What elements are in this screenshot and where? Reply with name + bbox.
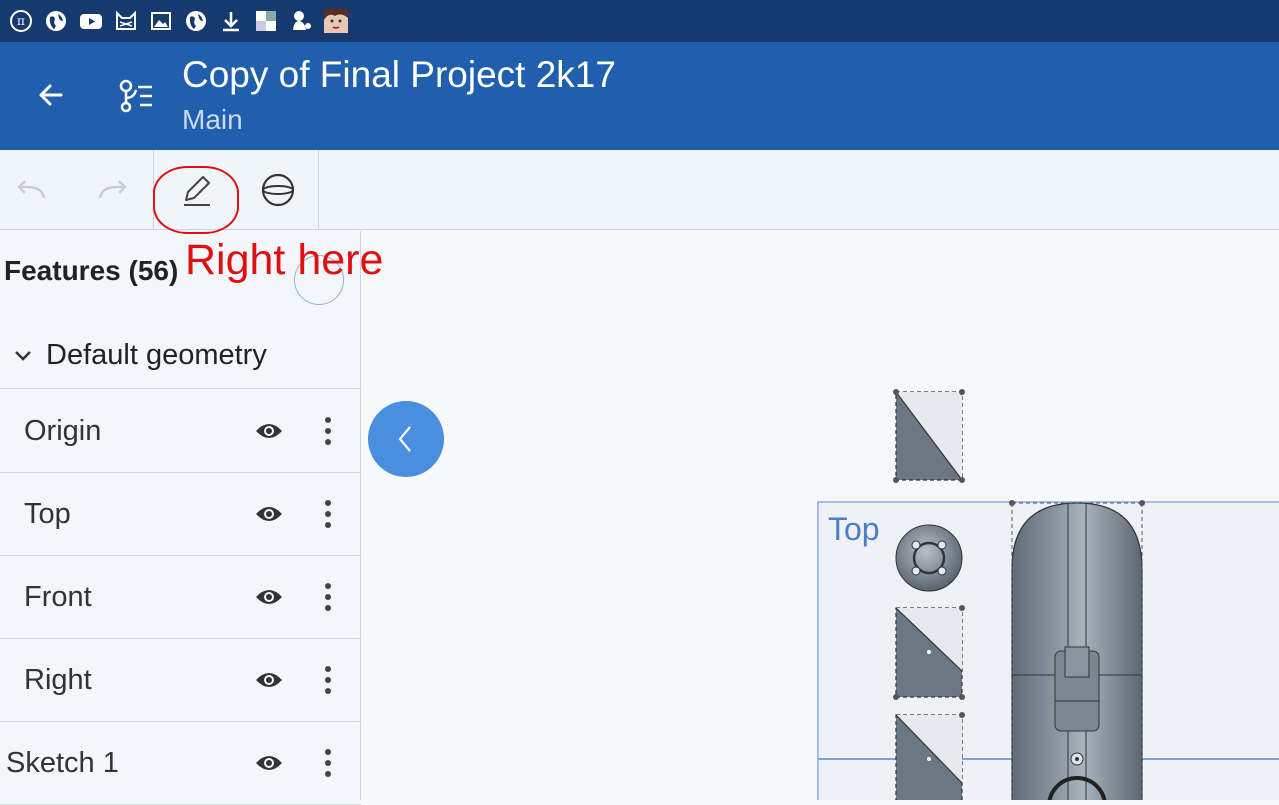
annotation-circle [153, 166, 239, 234]
workspace-name: Main [182, 104, 243, 135]
more-vertical-icon[interactable] [316, 496, 340, 532]
default-geometry-group[interactable]: Default geometry [0, 323, 361, 389]
feature-row-right[interactable]: Right [0, 639, 361, 722]
feature-tree-icon [119, 79, 152, 113]
arrow-left-icon [39, 84, 63, 106]
plane-label-top: Top [828, 511, 880, 547]
feature-panel: Features (56) Default geometry Origin To… [0, 231, 361, 805]
feature-row-top[interactable]: Top [0, 473, 361, 556]
redo-icon [98, 180, 127, 199]
app-icon [253, 8, 279, 34]
feature-row-origin[interactable]: Origin [0, 390, 361, 473]
app-bar: Copy of Final Project 2k17 Main [0, 42, 1279, 150]
eye-icon[interactable] [253, 498, 285, 530]
cat-icon [113, 8, 139, 34]
redo-button[interactable] [90, 168, 134, 212]
pi-icon: π [8, 8, 34, 34]
figure-icon [288, 8, 314, 34]
feature-tree-button[interactable] [110, 70, 160, 120]
document-title: Copy of Final Project 2k17 [182, 54, 616, 95]
feature-name: Sketch 1 [6, 746, 119, 779]
collapse-feature-list-button[interactable] [368, 401, 444, 477]
globe-icon [183, 8, 209, 34]
undo-icon [17, 180, 46, 199]
avatar-icon [323, 8, 349, 34]
eye-icon[interactable] [253, 664, 285, 696]
chevron-down-icon [0, 348, 46, 364]
toolbar-divider [318, 150, 319, 230]
more-vertical-icon[interactable] [316, 579, 340, 615]
feature-name: Origin [24, 414, 102, 447]
status-bar: π [0, 0, 1279, 42]
download-icon [218, 8, 244, 34]
sketch-block [895, 712, 965, 800]
sketch-block [893, 605, 965, 700]
youtube-icon [78, 8, 104, 34]
eye-icon[interactable] [253, 581, 285, 613]
svg-text:π: π [17, 14, 25, 28]
back-button[interactable] [28, 72, 74, 118]
annotation-text: Right here [185, 236, 384, 284]
chevron-left-icon [398, 426, 411, 452]
more-vertical-icon[interactable] [316, 662, 340, 698]
eye-icon[interactable] [253, 415, 285, 447]
model-view [817, 389, 1279, 800]
feature-row-front[interactable]: Front [0, 556, 361, 639]
plane-button[interactable] [256, 168, 300, 212]
features-header: Features (56) [4, 255, 179, 286]
group-label: Default geometry [46, 339, 267, 371]
feature-name: Right [24, 663, 92, 696]
more-vertical-icon[interactable] [316, 413, 340, 449]
feature-name: Top [24, 497, 71, 530]
feature-row-sketch-1[interactable]: Sketch 1 [0, 722, 361, 805]
image-icon [148, 8, 174, 34]
globe-icon [43, 8, 69, 34]
sketch-block [893, 389, 965, 483]
graphics-viewport[interactable]: Top [362, 231, 1279, 800]
cylinder-part [1009, 500, 1145, 800]
more-vertical-icon[interactable] [316, 745, 340, 781]
feature-name: Front [24, 580, 92, 613]
eye-icon[interactable] [253, 747, 285, 779]
undo-button[interactable] [10, 168, 54, 212]
plane-icon [261, 173, 295, 207]
